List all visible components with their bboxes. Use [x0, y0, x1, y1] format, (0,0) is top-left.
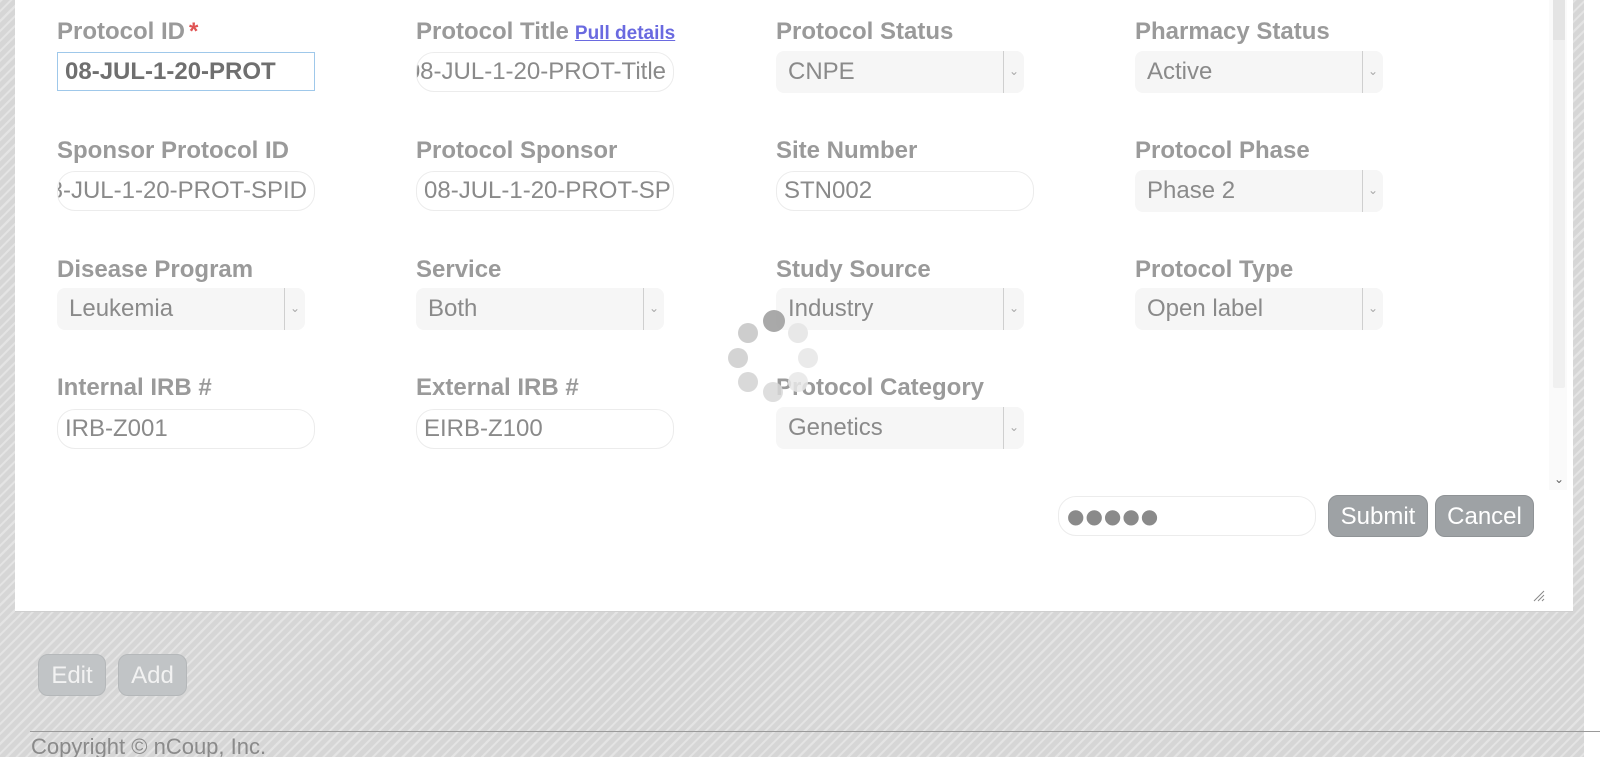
protocol-type-value: Open label	[1147, 295, 1264, 322]
scrollbar-thumb[interactable]	[1553, 0, 1565, 40]
disease-program-label: Disease Program	[57, 256, 254, 283]
footer-divider	[30, 731, 1600, 732]
protocol-id-label-text: Protocol ID	[57, 18, 186, 45]
protocol-phase-label: Protocol Phase	[1135, 137, 1310, 164]
chevron-down-icon[interactable]: ⌄	[284, 288, 305, 330]
protocol-status-select[interactable]: CNPE ⌄	[776, 51, 1024, 93]
study-source-label: Study Source	[776, 256, 931, 283]
study-source-value: Industry	[788, 295, 874, 322]
internal-irb-input[interactable]: IRB-Z001	[57, 409, 315, 449]
required-marker: *	[189, 18, 199, 45]
protocol-title-label-text: Protocol Title	[416, 18, 569, 45]
scroll-down-icon[interactable]: ⌄	[1551, 472, 1567, 488]
protocol-type-label: Protocol Type	[1135, 256, 1294, 283]
protocol-category-value: Genetics	[788, 414, 883, 441]
internal-irb-label: Internal IRB #	[57, 374, 212, 401]
protocol-status-label: Protocol Status	[776, 18, 954, 45]
protocol-category-select[interactable]: Genetics ⌄	[776, 407, 1024, 449]
protocol-title-input[interactable]: 08-JUL-1-20-PROT-Title	[416, 52, 674, 92]
chevron-down-icon[interactable]: ⌄	[1003, 407, 1024, 449]
external-irb-input[interactable]: EIRB-Z100	[416, 409, 674, 449]
add-button[interactable]: Add	[118, 654, 187, 696]
pharmacy-status-label: Pharmacy Status	[1135, 18, 1330, 45]
chevron-down-icon[interactable]: ⌄	[1003, 288, 1024, 330]
submit-button[interactable]: Submit	[1328, 495, 1428, 537]
pharmacy-status-select[interactable]: Active ⌄	[1135, 51, 1383, 93]
disease-program-value: Leukemia	[69, 295, 174, 322]
external-irb-label: External IRB #	[416, 374, 579, 401]
site-number-input[interactable]: STN002	[776, 171, 1034, 211]
protocol-phase-value: Phase 2	[1147, 177, 1236, 204]
disease-program-select[interactable]: Leukemia ⌄	[57, 288, 305, 330]
protocol-id-label: Protocol ID *	[57, 18, 198, 46]
page-scrollbar[interactable]	[1584, 0, 1600, 757]
chevron-down-icon[interactable]: ⌄	[1003, 51, 1024, 93]
site-number-label: Site Number	[776, 137, 918, 164]
resize-grip-icon[interactable]	[1533, 590, 1545, 602]
scrollbar-track[interactable]	[1553, 0, 1565, 388]
edit-button[interactable]: Edit	[38, 654, 106, 696]
service-select[interactable]: Both ⌄	[416, 288, 664, 330]
service-label: Service	[416, 256, 502, 283]
study-source-select[interactable]: Industry ⌄	[776, 288, 1024, 330]
pull-details-link[interactable]: Pull details	[575, 23, 675, 44]
chevron-down-icon[interactable]: ⌄	[1362, 170, 1383, 212]
sponsor-protocol-id-value: 08-JUL-1-20-PROT-SPID	[57, 177, 307, 204]
protocol-title-label: Protocol Title Pull details	[416, 18, 675, 46]
protocol-status-value: CNPE	[788, 58, 855, 85]
password-field[interactable]: ●●●●●	[1058, 496, 1316, 536]
protocol-id-input[interactable]: 08-JUL-1-20-PROT	[57, 52, 315, 91]
protocol-phase-select[interactable]: Phase 2 ⌄	[1135, 170, 1383, 212]
copyright-text: Copyright © nCoup, Inc.	[31, 734, 267, 757]
pharmacy-status-value: Active	[1147, 58, 1213, 85]
chevron-down-icon[interactable]: ⌄	[1362, 51, 1383, 93]
service-value: Both	[428, 295, 478, 322]
sponsor-protocol-id-label: Sponsor Protocol ID	[57, 137, 290, 164]
protocol-title-value: 08-JUL-1-20-PROT-Title	[416, 58, 666, 85]
protocol-sponsor-label: Protocol Sponsor	[416, 137, 618, 164]
protocol-sponsor-input[interactable]: 08-JUL-1-20-PROT-SP	[416, 171, 674, 211]
chevron-down-icon[interactable]: ⌄	[1362, 288, 1383, 330]
dialog-scrollbar[interactable]: ⌄	[1549, 0, 1567, 490]
cancel-button[interactable]: Cancel	[1435, 495, 1534, 537]
edit-protocol-dialog: × Protocol ID* 08-JUL-1-20-PROT Protocol…	[15, 0, 1573, 612]
chevron-down-icon[interactable]: ⌄	[643, 288, 664, 330]
protocol-type-select[interactable]: Open label ⌄	[1135, 288, 1383, 330]
sponsor-protocol-id-input[interactable]: 08-JUL-1-20-PROT-SPID	[57, 171, 315, 211]
